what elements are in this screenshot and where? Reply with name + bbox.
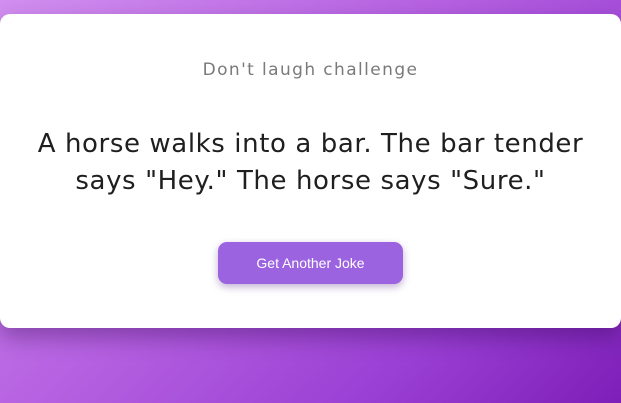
get-another-joke-button[interactable]: Get Another Joke bbox=[218, 242, 403, 284]
joke-text: A horse walks into a bar. The bar tender… bbox=[37, 129, 584, 196]
joke-card: Don't laugh challenge A horse walks into… bbox=[0, 14, 621, 328]
page-title: Don't laugh challenge bbox=[202, 60, 419, 80]
